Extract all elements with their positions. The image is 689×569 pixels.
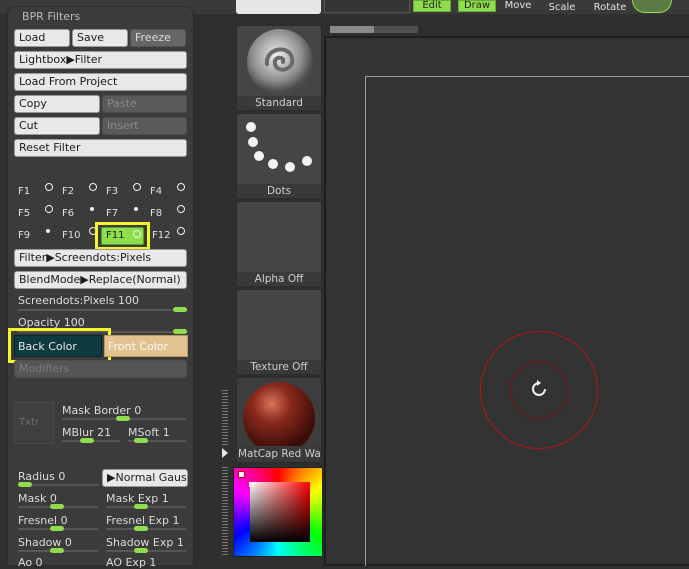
copy-button[interactable]: Copy <box>14 95 100 113</box>
front-color-swatch[interactable]: Front Color <box>104 335 188 357</box>
modifiers-button[interactable]: Modifiers <box>14 360 187 378</box>
ao-exp-label[interactable]: AO Exp 1 <box>106 556 156 569</box>
panel-splitter-lower[interactable] <box>222 465 228 555</box>
color-picker-cursor[interactable] <box>249 482 254 487</box>
slot-f6-radio[interactable] <box>90 207 94 211</box>
normal-gauss-button[interactable]: ▶Normal Gauss <box>102 469 188 487</box>
insert-button[interactable]: Insert <box>102 117 187 135</box>
edit-button[interactable]: Edit <box>413 0 451 12</box>
standard-brush-icon <box>247 29 313 95</box>
canvas-scrollbar-thumb[interactable] <box>330 26 374 33</box>
slot-f2-radio[interactable] <box>89 183 97 191</box>
msoft-knob[interactable] <box>134 438 148 443</box>
slot-f11-button[interactable]: F11 <box>101 227 144 245</box>
txtr-label: Txtr <box>19 417 40 428</box>
slot-f10-label[interactable]: F10 <box>62 230 80 241</box>
screendots-slider-track[interactable] <box>18 309 188 311</box>
slot-f5-radio[interactable] <box>45 205 53 213</box>
brush-refresh-icon <box>531 380 547 398</box>
rotate-button[interactable]: Rotate <box>590 2 630 13</box>
fresnel-knob[interactable] <box>50 526 64 531</box>
slot-f4-label[interactable]: F4 <box>150 186 162 197</box>
texture-off-label: Texture Off <box>237 360 321 374</box>
freeze-button[interactable]: Freeze <box>130 29 186 47</box>
color-picker-swatch-indicator[interactable] <box>238 471 245 478</box>
cut-button[interactable]: Cut <box>14 117 100 135</box>
canvas-document-border <box>365 76 689 566</box>
shadow-knob[interactable] <box>50 548 64 553</box>
slot-f11-label: F11 <box>106 230 125 241</box>
lightbox-filter-button[interactable]: Lightbox▶Filter <box>14 51 187 69</box>
slot-f9-radio[interactable] <box>46 229 50 233</box>
color-picker[interactable] <box>233 467 323 557</box>
matcap-label: MatCap Red Wax <box>237 446 321 462</box>
filter-type-button[interactable]: Filter▶Screendots:Pixels <box>14 249 187 267</box>
slot-f8-radio[interactable] <box>177 205 185 213</box>
slot-f2-label[interactable]: F2 <box>62 186 74 197</box>
canvas-scrollbar[interactable] <box>330 26 418 33</box>
slot-f1-radio[interactable] <box>45 183 53 191</box>
back-color-label: Back Color <box>18 340 77 353</box>
slot-f1-label[interactable]: F1 <box>18 186 30 197</box>
top-left-button[interactable] <box>236 0 321 14</box>
reset-filter-button[interactable]: Reset Filter <box>14 139 187 157</box>
screendots-slider-knob[interactable] <box>173 307 187 312</box>
slot-f9-label[interactable]: F9 <box>18 230 30 241</box>
opacity-slider-knob[interactable] <box>173 329 187 334</box>
slot-f3-label[interactable]: F3 <box>106 186 118 197</box>
slot-f11-radio <box>133 230 141 238</box>
load-button[interactable]: Load <box>14 29 70 47</box>
mask-exp-knob[interactable] <box>134 504 148 509</box>
standard-brush-label: Standard <box>237 96 321 110</box>
slot-f8-label[interactable]: F8 <box>150 208 162 219</box>
matcap-sphere-icon <box>237 378 321 450</box>
top-divider <box>324 0 410 13</box>
load-from-project-button[interactable]: Load From Project <box>14 73 187 91</box>
move-button[interactable]: Move <box>500 0 536 11</box>
slot-f12-label[interactable]: F12 <box>152 230 170 241</box>
shadow-exp-knob[interactable] <box>134 548 148 553</box>
color-picker-saturation-square[interactable] <box>250 482 310 542</box>
shadow-label[interactable]: Shadow 0 <box>18 536 72 549</box>
slot-f6-label[interactable]: F6 <box>62 208 74 219</box>
mask-knob[interactable] <box>50 504 64 509</box>
radius-knob[interactable] <box>18 482 32 487</box>
msoft-label[interactable]: MSoft 1 <box>128 426 170 439</box>
slot-f4-radio[interactable] <box>177 183 185 191</box>
slot-f5-label[interactable]: F5 <box>18 208 30 219</box>
mask-label[interactable]: Mask 0 <box>18 492 57 505</box>
panel-title: BPR Filters <box>22 10 81 23</box>
front-color-label: Front Color <box>108 340 169 353</box>
dots-stroke-thumb[interactable]: Dots <box>236 113 322 199</box>
save-button[interactable]: Save <box>72 29 128 47</box>
alpha-off-label: Alpha Off <box>237 272 321 286</box>
panel-collapse-arrow-icon[interactable] <box>222 448 228 458</box>
blendmode-button[interactable]: BlendMode▶Replace(Normal) <box>14 271 187 289</box>
ao-label[interactable]: Ao 0 <box>18 556 43 569</box>
standard-brush-thumb[interactable]: Standard <box>236 25 322 111</box>
material-thumb[interactable]: MatCap Red Wax <box>236 377 322 463</box>
back-color-swatch[interactable]: Back Color <box>14 335 102 357</box>
txtr-slot[interactable]: Txtr <box>14 402 54 444</box>
draw-button[interactable]: Draw <box>458 0 496 12</box>
mblur-knob[interactable] <box>80 438 94 443</box>
scale-button[interactable]: Scale <box>544 2 580 13</box>
mask-border-knob[interactable] <box>116 416 130 421</box>
panel-splitter-upper[interactable] <box>222 390 228 445</box>
dots-stroke-label: Dots <box>237 184 321 198</box>
dots-stroke-icon <box>246 122 312 172</box>
paste-button[interactable]: Paste <box>102 95 187 113</box>
screendots-slider-label[interactable]: Screendots:Pixels 100 <box>18 294 139 307</box>
slot-f3-radio[interactable] <box>133 183 141 191</box>
alpha-thumb[interactable]: Alpha Off <box>236 201 322 287</box>
slot-f7-label[interactable]: F7 <box>106 208 118 219</box>
texture-thumb[interactable]: Texture Off <box>236 289 322 375</box>
slot-f12-radio[interactable] <box>177 227 185 235</box>
mask-border-label[interactable]: Mask Border 0 <box>62 404 141 417</box>
slot-f7-radio[interactable] <box>134 207 138 211</box>
fresnel-exp-knob[interactable] <box>134 526 148 531</box>
